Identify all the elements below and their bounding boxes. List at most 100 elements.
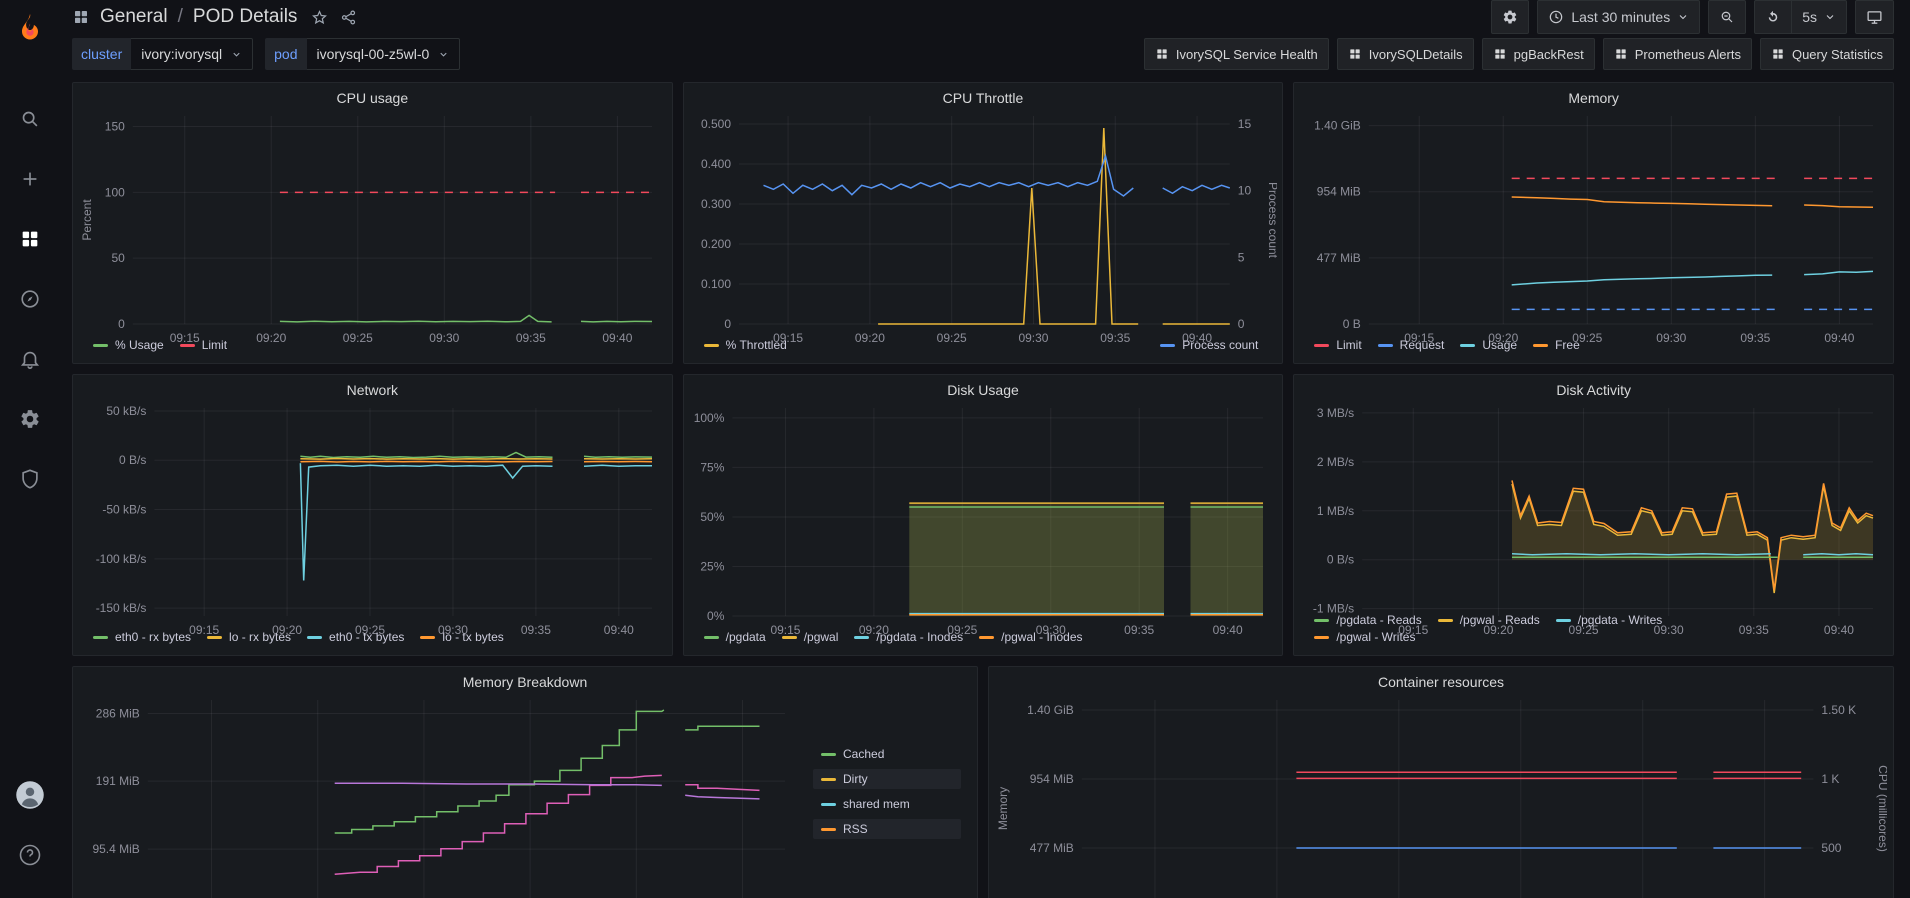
link-ivorysql-details[interactable]: IvorySQLDetails xyxy=(1337,38,1474,70)
legend-item[interactable]: Process count xyxy=(1160,338,1258,352)
network-chart[interactable]: 09:1509:2009:2509:3009:3509:4050 kB/s0 B… xyxy=(79,400,666,628)
sidebar-item-help[interactable] xyxy=(7,832,53,878)
svg-text:15: 15 xyxy=(1237,117,1251,131)
sidebar-item-profile[interactable] xyxy=(7,772,53,818)
sidebar-item-explore[interactable] xyxy=(7,276,53,322)
refresh-button[interactable] xyxy=(1755,1,1791,33)
legend-swatch xyxy=(1556,619,1571,622)
legend-item[interactable]: eth0 - tx bytes xyxy=(307,630,404,644)
legend-label: lo - rx bytes xyxy=(229,630,291,644)
legend-item[interactable]: Request xyxy=(1378,338,1445,352)
disk-usage-chart[interactable]: 09:1509:2009:2509:3009:3509:400%25%50%75… xyxy=(690,400,1277,628)
legend-item[interactable]: /pgwal xyxy=(782,630,839,644)
kiosk-mode-button[interactable] xyxy=(1855,0,1894,34)
container-resources-chart[interactable]: 09:1509:2009:2509:3009:3509:40477 MiB954… xyxy=(995,692,1887,898)
legend-item[interactable]: /pgdata - Reads xyxy=(1314,613,1421,627)
memory-breakdown-chart[interactable]: 09:1509:2009:2509:3009:3509:4095.4 MiB19… xyxy=(79,692,799,898)
sidebar-item-create[interactable] xyxy=(7,156,53,202)
apps-grid-icon xyxy=(72,8,90,26)
legend-item[interactable]: /pgwal - Inodes xyxy=(979,630,1082,644)
breadcrumb-section[interactable]: General xyxy=(100,6,168,28)
time-range-picker[interactable]: Last 30 minutes xyxy=(1537,0,1700,34)
legend-swatch xyxy=(307,636,322,639)
variable-cluster-select[interactable]: ivory:ivorysql xyxy=(131,38,253,70)
svg-text:0: 0 xyxy=(118,317,125,331)
grafana-logo[interactable] xyxy=(15,12,45,42)
sidebar-item-search[interactable] xyxy=(7,96,53,142)
panel-cpu-throttle: CPU Throttle 09:1509:2009:2509:3009:3509… xyxy=(683,82,1284,364)
link-pgbackrest[interactable]: pgBackRest xyxy=(1482,38,1595,70)
legend-swatch xyxy=(93,344,108,347)
sidebar-item-server-admin[interactable] xyxy=(7,456,53,502)
svg-text:0.200: 0.200 xyxy=(701,237,731,251)
legend-item[interactable]: Usage xyxy=(1460,338,1517,352)
sidebar-item-dashboards[interactable] xyxy=(7,216,53,262)
panel-title[interactable]: Network xyxy=(73,375,672,400)
page-title[interactable]: POD Details xyxy=(193,6,298,28)
variable-pod-select[interactable]: ivorysql-00-z5wl-0 xyxy=(307,38,461,70)
alerting-bell-icon xyxy=(19,348,41,370)
panel-title[interactable]: Disk Usage xyxy=(684,375,1283,400)
apps-grid-icon xyxy=(1155,47,1169,61)
link-ivorysql-service-health[interactable]: IvorySQL Service Health xyxy=(1144,38,1329,70)
legend-item[interactable]: /pgdata - Writes xyxy=(1556,613,1662,627)
legend-label: /pgwal - Reads xyxy=(1460,613,1540,627)
legend-item[interactable]: shared mem xyxy=(813,794,961,814)
legend-swatch xyxy=(207,636,222,639)
legend-item[interactable]: % Usage xyxy=(93,338,164,352)
legend-item[interactable]: % Throttled xyxy=(704,338,787,352)
legend-item[interactable]: /pgdata - Inodes xyxy=(854,630,963,644)
breadcrumb: General / POD Details xyxy=(72,6,357,28)
legend-item[interactable]: /pgwal - Reads xyxy=(1438,613,1540,627)
legend-item[interactable]: Limit xyxy=(180,338,227,352)
cpu-usage-chart[interactable]: 09:1509:2009:2509:3009:3509:40050100150P… xyxy=(79,108,666,336)
legend-item[interactable]: eth0 - rx bytes xyxy=(93,630,191,644)
legend-item[interactable]: RSS xyxy=(813,819,961,839)
legend-label: /pgdata - Inodes xyxy=(876,630,963,644)
cpu-throttle-chart[interactable]: 09:1509:2009:2509:3009:3509:4000.1000.20… xyxy=(690,108,1277,336)
svg-text:0.100: 0.100 xyxy=(701,277,731,291)
variable-pod: pod ivorysql-00-z5wl-0 xyxy=(265,38,460,70)
svg-text:1.40 GiB: 1.40 GiB xyxy=(1314,119,1361,133)
legend-item[interactable]: Limit xyxy=(1314,338,1361,352)
legend-item[interactable]: /pgwal - Writes xyxy=(1314,630,1415,644)
disk-activity-chart[interactable]: 09:1509:2009:2509:3009:3509:40-1 MB/s0 B… xyxy=(1300,400,1887,611)
svg-text:0%: 0% xyxy=(707,609,725,623)
panel-title[interactable]: CPU Throttle xyxy=(684,83,1283,108)
link-label: Query Statistics xyxy=(1792,47,1883,62)
link-label: Prometheus Alerts xyxy=(1635,47,1741,62)
share-icon[interactable] xyxy=(340,9,357,26)
legend-item[interactable]: Free xyxy=(1533,338,1580,352)
top-navbar: General / POD Details xyxy=(60,0,1910,34)
panel-title[interactable]: Container resources xyxy=(989,667,1893,692)
refresh-interval-button[interactable]: 5s xyxy=(1791,1,1846,33)
legend-item[interactable]: Dirty xyxy=(813,769,961,789)
link-prometheus-alerts[interactable]: Prometheus Alerts xyxy=(1603,38,1752,70)
chevron-down-icon xyxy=(231,49,242,60)
panel-title[interactable]: CPU usage xyxy=(73,83,672,108)
legend-item[interactable]: /pgdata xyxy=(704,630,766,644)
sidebar-item-alerting[interactable] xyxy=(7,336,53,382)
star-icon[interactable] xyxy=(311,9,328,26)
configuration-gear-icon xyxy=(19,408,41,430)
memory-chart[interactable]: 09:1509:2009:2509:3009:3509:400 B477 MiB… xyxy=(1300,108,1887,336)
svg-text:5: 5 xyxy=(1237,250,1244,264)
legend-item[interactable]: Cached xyxy=(813,744,961,764)
svg-text:-150 kB/s: -150 kB/s xyxy=(96,601,147,615)
time-range-label: Last 30 minutes xyxy=(1571,9,1670,25)
svg-text:95.4 MiB: 95.4 MiB xyxy=(92,842,139,856)
apps-grid-icon xyxy=(1493,47,1507,61)
apps-grid-icon xyxy=(1771,47,1785,61)
breadcrumb-divider: / xyxy=(178,6,183,28)
panel-title[interactable]: Disk Activity xyxy=(1294,375,1893,400)
sidebar-item-configuration[interactable] xyxy=(7,396,53,442)
dashboard-settings-button[interactable] xyxy=(1491,0,1529,34)
link-label: pgBackRest xyxy=(1514,47,1584,62)
legend-item[interactable]: lo - tx bytes xyxy=(420,630,503,644)
panel-title[interactable]: Memory xyxy=(1294,83,1893,108)
legend-item[interactable]: lo - rx bytes xyxy=(207,630,291,644)
legend-swatch xyxy=(821,753,836,756)
panel-title[interactable]: Memory Breakdown xyxy=(73,667,977,692)
link-query-statistics[interactable]: Query Statistics xyxy=(1760,38,1894,70)
zoom-out-button[interactable] xyxy=(1708,0,1746,34)
